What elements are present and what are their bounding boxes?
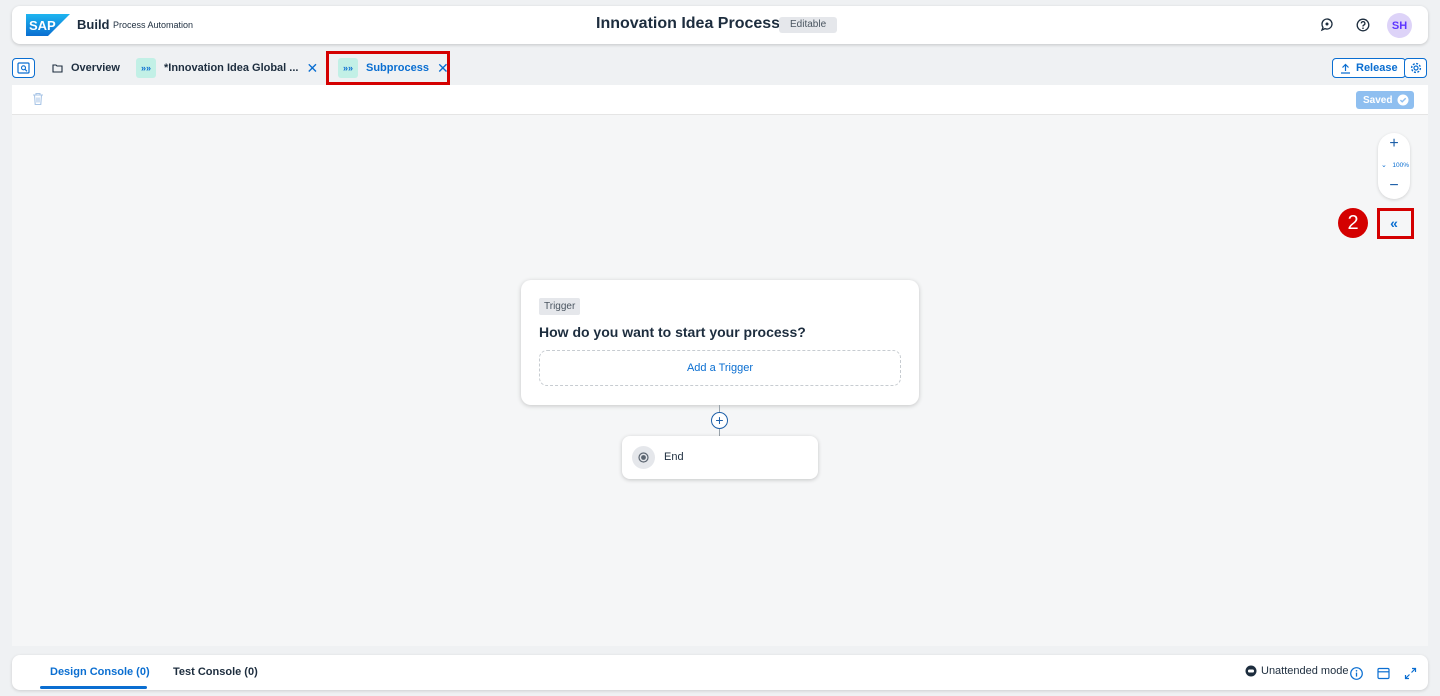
gear-icon <box>1410 62 1421 74</box>
expand-icon[interactable] <box>1402 665 1418 681</box>
saved-label: Saved <box>1363 94 1393 106</box>
tab-design-console[interactable]: Design Console (0) <box>50 666 150 678</box>
tab-strip: Overview »» *Innovation Idea Global ... … <box>0 52 1440 84</box>
tab-overview[interactable]: Overview <box>52 56 120 80</box>
page-title: Innovation Idea Process <box>596 15 781 32</box>
add-trigger-button[interactable]: Add a Trigger <box>539 350 901 386</box>
trigger-card: Trigger How do you want to start your pr… <box>521 280 919 405</box>
tab-label: Overview <box>71 62 120 74</box>
unattended-mode: Unattended mode <box>1245 665 1348 677</box>
search-panel-icon <box>17 62 30 74</box>
close-icon[interactable]: ✕ <box>306 60 318 77</box>
highlight-box-collapse-button <box>1377 208 1414 239</box>
end-node[interactable]: End <box>622 436 818 479</box>
panel-icon[interactable] <box>1375 665 1391 681</box>
active-tab-indicator <box>40 686 147 689</box>
process-chip-icon: »» <box>136 58 156 78</box>
tab-innovation-idea-global[interactable]: »» *Innovation Idea Global ... ✕ <box>136 56 318 80</box>
zoom-in-button[interactable]: + <box>1378 135 1410 153</box>
app-subtitle: Process Automation <box>113 20 194 30</box>
trash-icon[interactable] <box>32 92 44 111</box>
bot-icon <box>1245 665 1257 677</box>
info-icon[interactable] <box>1348 665 1364 681</box>
saved-indicator: Saved <box>1356 91 1415 109</box>
step-marker-2: 2 <box>1338 208 1368 238</box>
trigger-question: How do you want to start your process? <box>539 324 806 340</box>
tab-label: *Innovation Idea Global ... <box>164 62 299 74</box>
logo-text: SAP <box>29 18 56 33</box>
user-avatar[interactable]: SH <box>1387 13 1412 38</box>
release-button[interactable]: Release <box>1332 58 1406 78</box>
add-step-plus-icon[interactable]: + <box>711 412 728 429</box>
help-icon[interactable] <box>1354 16 1372 34</box>
zoom-level[interactable]: 100% <box>1383 162 1409 169</box>
stop-icon <box>632 446 655 469</box>
check-circle-icon <box>1397 94 1409 106</box>
tab-test-console[interactable]: Test Console (0) <box>173 666 258 678</box>
zoom-out-button[interactable]: − <box>1378 177 1410 195</box>
trigger-label: Trigger <box>539 298 581 315</box>
highlight-box-subprocess-tab <box>326 51 450 85</box>
upload-icon <box>1341 63 1350 74</box>
side-panel-toggle[interactable] <box>12 58 35 78</box>
sap-logo[interactable]: SAP <box>26 14 70 36</box>
joule-icon[interactable] <box>1318 16 1336 34</box>
status-badge: Editable <box>779 17 838 33</box>
shell-bar: SAP Build Process Automation Innovation … <box>12 6 1428 44</box>
process-canvas[interactable]: Saved + ⌄ 100% − « Trigger How do you wa… <box>12 85 1428 646</box>
app-name: Build <box>77 17 110 32</box>
zoom-control: + ⌄ 100% − <box>1378 133 1410 199</box>
settings-button[interactable] <box>1404 58 1427 78</box>
folder-icon <box>52 64 63 73</box>
end-label: End <box>664 451 684 463</box>
mode-label: Unattended mode <box>1261 665 1349 677</box>
canvas-toolbar: Saved <box>12 85 1428 115</box>
release-label: Release <box>1356 62 1398 74</box>
console-bar: Design Console (0) Test Console (0) Unat… <box>12 655 1428 690</box>
